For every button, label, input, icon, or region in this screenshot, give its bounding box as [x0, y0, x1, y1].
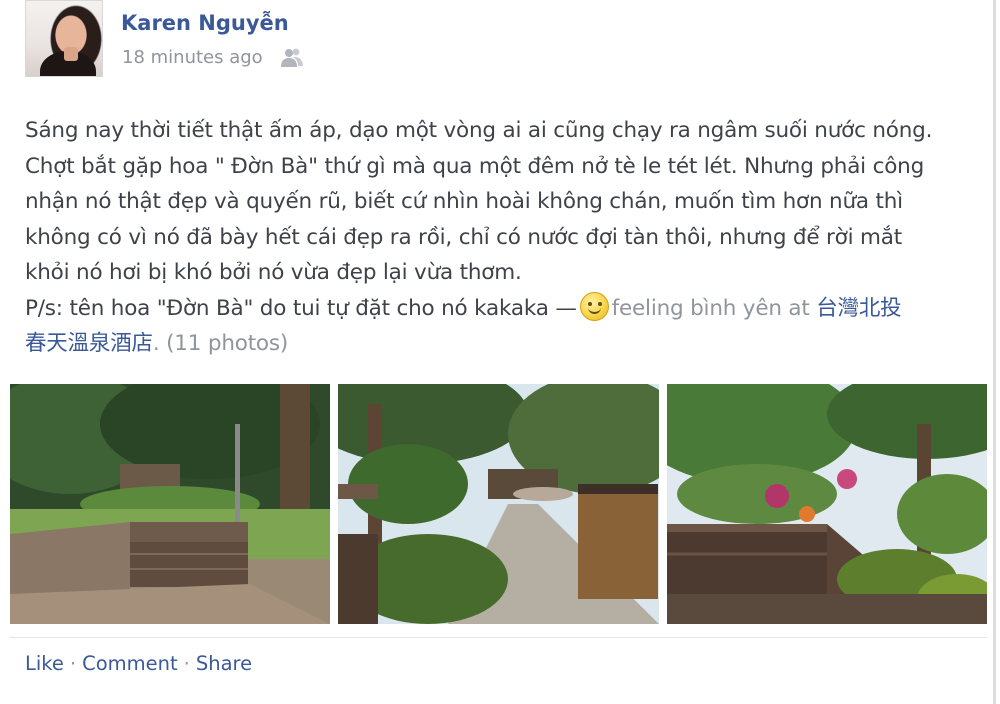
footer-divider [10, 637, 987, 638]
location-link-cont[interactable]: 春天溫泉酒店 [25, 331, 153, 356]
photo-bench-garden[interactable] [10, 384, 330, 624]
author-name[interactable]: Karen Nguyễn [121, 11, 289, 35]
post-text-line: Sáng nay thời tiết thật ấm áp, dạo một v… [25, 118, 933, 143]
friends-icon[interactable] [280, 47, 304, 69]
ps-text: P/s: tên hoa "Đờn Bà" do tui tự đặt cho … [25, 295, 577, 321]
share-button[interactable]: Share [196, 652, 252, 675]
post-card: Karen Nguyễn 18 minutes ago Sáng nay thờ… [0, 0, 996, 704]
photo-count[interactable]: (11 photos) [166, 331, 288, 356]
like-button[interactable]: Like [25, 652, 64, 675]
location-link[interactable]: 台灣北投 [816, 296, 901, 321]
post-text-line: khỏi nó hơi bị khó bởi nó vừa đẹp lại vừ… [25, 260, 522, 285]
action-separator: · [69, 652, 77, 675]
post-text-line: không có vì nó đã bày hết cái đẹp ra rồi… [25, 224, 902, 250]
post-location-line: 春天溫泉酒店. (11 photos) [25, 331, 289, 356]
post-ps-line: P/s: tên hoa "Đờn Bà" do tui tự đặt cho … [25, 291, 980, 327]
photo-garden-flowers[interactable] [667, 384, 987, 624]
author-avatar[interactable] [25, 0, 103, 77]
comment-button[interactable]: Comment [82, 652, 178, 675]
smiley-icon [579, 291, 609, 321]
post-text-line: nhận nó thật đẹp và quyến rũ, biết cứ nh… [25, 189, 903, 214]
photo-garden-path[interactable] [338, 384, 659, 624]
action-separator: · [183, 652, 190, 675]
post-text-line: Chợt bắt gặp hoa " Đờn Bà" thứ gì mà qua… [25, 153, 925, 179]
post-timestamp[interactable]: 18 minutes ago [122, 47, 263, 68]
feeling-text: feeling bình yên at [611, 295, 810, 321]
post-actions: Like · Comment · Share [25, 652, 252, 675]
post-message: Sáng nay thời tiết thật ấm áp, dạo một v… [25, 113, 980, 362]
avatar-neck [64, 47, 78, 61]
